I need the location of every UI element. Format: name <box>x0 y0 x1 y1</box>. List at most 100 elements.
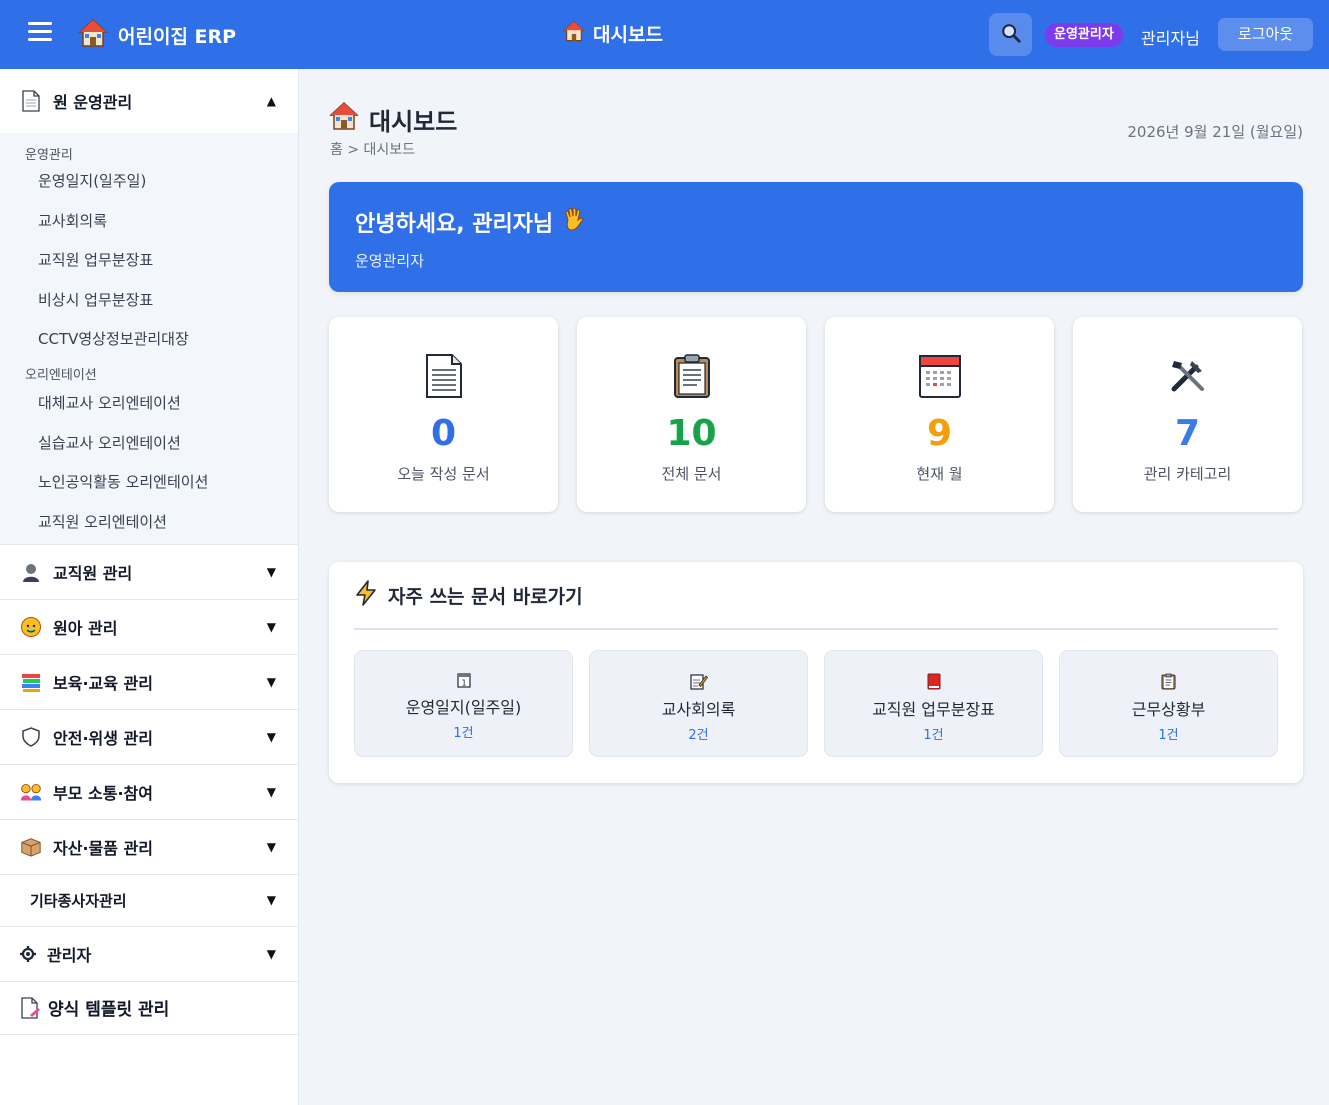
red-book-icon <box>927 673 941 694</box>
user-name: 관리자님 <box>1141 29 1200 48</box>
template-icon <box>20 996 40 1019</box>
calendar-icon <box>918 353 962 403</box>
sidebar-section-label: 안전·위생 관리 <box>53 728 153 748</box>
page-title: 대시보드 <box>329 101 457 137</box>
sidebar-section-parents[interactable]: 부모 소통·참여 ▼ <box>0 765 298 820</box>
sidebar-submenu: 운영관리 운영일지(일주일) 교사회의록 교직원 업무분장표 비상시 업무분장표… <box>0 133 298 545</box>
submenu-item[interactable]: 교직원 업무분장표 <box>0 244 298 284</box>
quick-link-operation-log[interactable]: 1 운영일지(일주일) 1건 <box>354 650 573 757</box>
submenu-item[interactable]: 교사회의록 <box>0 205 298 245</box>
sidebar-section-operations[interactable]: 원 운영관리 ▲ <box>0 69 298 133</box>
submenu-item[interactable]: 대체교사 오리엔테이션 <box>0 387 298 427</box>
sidebar-section-label: 보육·교육 관리 <box>53 673 153 693</box>
sidebar-section-label: 양식 템플릿 관리 <box>48 1000 170 1020</box>
document-icon <box>20 90 42 112</box>
chevron-down-icon: ▼ <box>266 564 276 579</box>
shield-icon <box>20 726 42 747</box>
stat-card-today-docs[interactable]: 0 오늘 작성 문서 <box>329 317 558 512</box>
welcome-greeting: 안녕하세요, 관리자님 <box>355 206 1277 238</box>
submenu-item[interactable]: 실습교사 오리엔테이션 <box>0 427 298 467</box>
sidebar: 원 운영관리 ▲ 운영관리 운영일지(일주일) 교사회의록 교직원 업무분장표 … <box>0 69 299 1105</box>
brand-title: 어린이집 ERP <box>118 26 237 48</box>
quick-link-duty-assignment[interactable]: 교직원 업무분장표 1건 <box>824 650 1043 757</box>
calendar-one-icon: 1 <box>456 673 471 692</box>
lightning-icon <box>354 579 378 611</box>
clipboard-icon <box>673 353 711 403</box>
logout-button[interactable]: 로그아웃 <box>1218 18 1313 51</box>
chevron-up-icon: ▲ <box>266 94 276 108</box>
stat-value: 10 <box>666 413 717 454</box>
welcome-greeting-text: 안녕하세요, 관리자님 <box>355 212 554 237</box>
sidebar-section-children[interactable]: 원아 관리 ▼ <box>0 600 298 655</box>
breadcrumb: 홈 > 대시보드 <box>330 142 416 158</box>
quick-links-panel: 자주 쓰는 문서 바로가기 1 운영일지(일주일) 1건 교사회의록 2건 교직… <box>329 562 1303 783</box>
stat-card-current-month[interactable]: 9 현재 월 <box>825 317 1054 512</box>
quick-links-title: 자주 쓰는 문서 바로가기 <box>388 585 583 608</box>
teacher-icon <box>20 561 42 583</box>
sidebar-section-admin[interactable]: 관리자 ▼ <box>0 927 298 982</box>
quick-link-count: 1건 <box>1158 728 1179 743</box>
header-title: 대시보드 <box>563 20 663 47</box>
sidebar-section-staff[interactable]: 교직원 관리 ▼ <box>0 545 298 600</box>
sidebar-section-education[interactable]: 보육·교육 관리 ▼ <box>0 655 298 710</box>
welcome-role: 운영관리자 <box>355 252 425 270</box>
chevron-down-icon: ▼ <box>266 729 276 744</box>
submenu-item[interactable]: 비상시 업무분장표 <box>0 284 298 324</box>
chevron-down-icon: ▼ <box>266 946 276 961</box>
quick-link-count: 1건 <box>453 726 474 741</box>
books-icon <box>20 671 42 693</box>
submenu-item[interactable]: CCTV영상정보관리대장 <box>0 323 298 357</box>
submenu-item[interactable]: 교직원 오리엔테이션 <box>0 506 298 538</box>
stat-label: 오늘 작성 문서 <box>397 465 490 483</box>
page-title-text: 대시보드 <box>369 107 458 136</box>
quick-link-name: 교직원 업무분장표 <box>872 700 995 719</box>
waving-hand-icon <box>561 206 587 238</box>
sidebar-section-label: 교직원 관리 <box>53 563 133 583</box>
quick-link-name: 운영일지(일주일) <box>405 698 522 717</box>
search-icon <box>1000 22 1022 48</box>
stat-card-categories[interactable]: 7 관리 카테고리 <box>1073 317 1302 512</box>
submenu-group-title: 운영관리 <box>25 148 73 163</box>
gear-icon <box>20 945 36 962</box>
sidebar-section-label: 원아 관리 <box>53 618 118 638</box>
quick-link-count: 1건 <box>923 728 944 743</box>
stat-value: 7 <box>1174 413 1201 454</box>
submenu-group-title: 오리엔테이션 <box>25 368 97 383</box>
search-button[interactable] <box>989 13 1032 56</box>
stat-label: 관리 카테고리 <box>1143 465 1232 483</box>
stat-label: 전체 문서 <box>661 465 722 483</box>
quick-link-name: 근무상황부 <box>1131 700 1206 719</box>
brand[interactable]: 어린이집 ERP <box>78 18 236 53</box>
child-icon <box>20 616 42 638</box>
submenu-item[interactable]: 노인공익활동 오리엔테이션 <box>0 466 298 506</box>
svg-text:1: 1 <box>461 679 466 688</box>
stat-value: 0 <box>430 413 457 454</box>
sidebar-section-label: 기타종사자관리 <box>30 891 127 910</box>
sidebar-section-other-staff[interactable]: 기타종사자관리 ▼ <box>0 875 298 927</box>
quick-link-meeting-minutes[interactable]: 교사회의록 2건 <box>589 650 808 757</box>
current-date: 2026년 9월 21일 (월요일) <box>1127 123 1303 141</box>
sidebar-section-safety[interactable]: 안전·위생 관리 ▼ <box>0 710 298 765</box>
role-badge: 운영관리자 <box>1045 23 1123 47</box>
chevron-down-icon: ▼ <box>266 619 276 634</box>
family-icon <box>20 781 42 803</box>
header-title-text: 대시보드 <box>593 24 663 46</box>
quick-links-list: 1 운영일지(일주일) 1건 교사회의록 2건 교직원 업무분장표 1건 근무상… <box>354 650 1278 757</box>
hamburger-menu-icon[interactable] <box>28 22 52 44</box>
quick-link-attendance[interactable]: 근무상황부 1건 <box>1059 650 1278 757</box>
memo-icon <box>689 673 708 694</box>
stat-card-total-docs[interactable]: 10 전체 문서 <box>577 317 806 512</box>
sidebar-section-label: 부모 소통·참여 <box>53 783 153 803</box>
quick-link-name: 교사회의록 <box>661 700 736 719</box>
sidebar-section-label: 관리자 <box>47 945 92 965</box>
sidebar-section-assets[interactable]: 자산·물품 관리 ▼ <box>0 820 298 875</box>
submenu-item[interactable]: 운영일지(일주일) <box>0 165 298 205</box>
house-icon <box>563 20 585 47</box>
stat-value: 9 <box>926 413 953 454</box>
sidebar-section-templates[interactable]: 양식 템플릿 관리 <box>0 982 298 1035</box>
chevron-down-icon: ▼ <box>266 784 276 799</box>
document-icon <box>425 353 463 403</box>
sidebar-section-label: 원 운영관리 <box>53 93 133 112</box>
quick-link-count: 2건 <box>688 728 709 743</box>
chevron-down-icon: ▼ <box>266 674 276 689</box>
